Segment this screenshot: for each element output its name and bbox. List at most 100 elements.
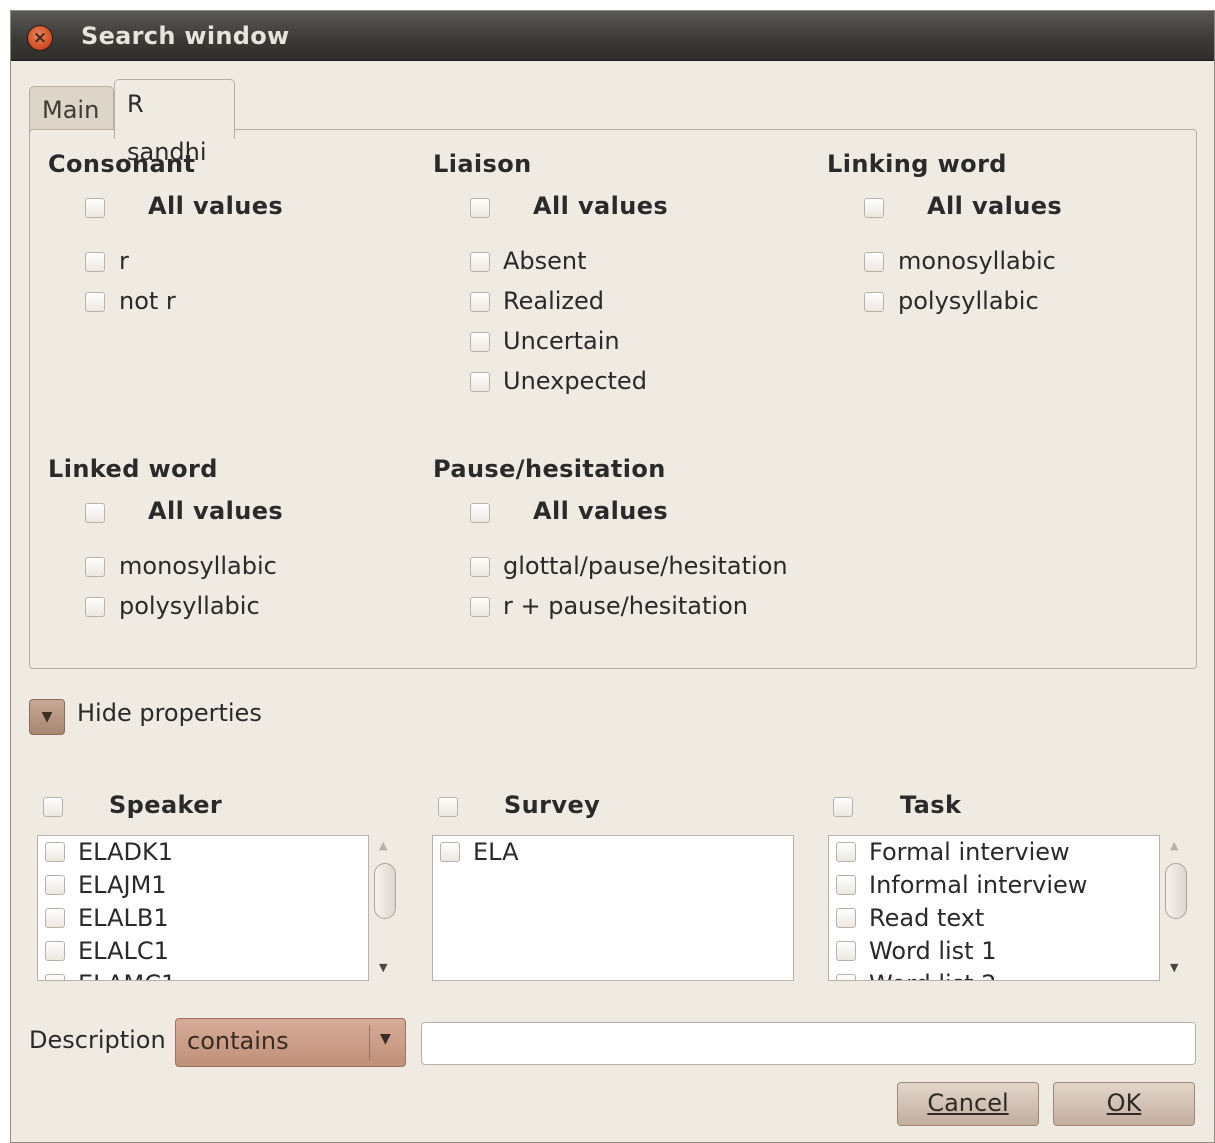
close-icon[interactable]: × — [27, 25, 53, 51]
survey-list[interactable]: ELA — [432, 835, 794, 981]
speaker-item-label: ELADK1 — [78, 838, 173, 866]
pause-all-checkbox[interactable] — [470, 503, 490, 523]
window-title: Search window — [81, 22, 290, 50]
task-item-label: Informal interview — [869, 871, 1088, 899]
hide-properties-button[interactable]: ▼ — [29, 699, 65, 735]
list-item[interactable]: Read text — [829, 902, 1159, 935]
speaker-all-checkbox[interactable] — [43, 797, 63, 817]
liaison-title: Liaison — [433, 150, 532, 178]
survey-title: Survey — [504, 791, 601, 819]
task-list[interactable]: Formal interview Informal interview Read… — [828, 835, 1160, 981]
tab-r-sandhi[interactable]: R sandhi — [114, 79, 235, 166]
list-item[interactable]: ELAJM1 — [38, 869, 368, 902]
speaker-item-checkbox[interactable] — [45, 941, 65, 961]
linking-word-polysyllabic-checkbox[interactable] — [864, 292, 884, 312]
speaker-title: Speaker — [109, 791, 223, 819]
scroll-thumb[interactable] — [1165, 863, 1187, 919]
title-bar: × Search window — [11, 11, 1214, 61]
cancel-button[interactable]: Cancel — [897, 1082, 1039, 1126]
description-operator-value: contains — [187, 1027, 289, 1055]
speaker-item-label: ELAMC1 — [78, 970, 176, 980]
liaison-unexpected-checkbox[interactable] — [470, 372, 490, 392]
task-scrollbar[interactable]: ▲ ▼ — [1162, 835, 1188, 981]
list-item[interactable]: Formal interview — [829, 836, 1159, 869]
speaker-item-checkbox[interactable] — [45, 842, 65, 862]
speaker-item-checkbox[interactable] — [45, 908, 65, 928]
task-all-checkbox[interactable] — [833, 797, 853, 817]
speaker-item-checkbox[interactable] — [45, 875, 65, 895]
list-item[interactable]: ELA — [433, 836, 793, 869]
task-item-label: Read text — [869, 904, 985, 932]
list-item[interactable]: ELALC1 — [38, 935, 368, 968]
pause-hesitation-title: Pause/hesitation — [433, 455, 666, 483]
list-item[interactable]: Word list 2 — [829, 968, 1159, 980]
speaker-list[interactable]: ELADK1 ELAJM1 ELALB1 ELALC1 ELAMC1 — [37, 835, 369, 981]
scroll-up-icon[interactable]: ▲ — [1170, 839, 1178, 852]
task-item-checkbox[interactable] — [836, 941, 856, 961]
liaison-unexpected-label: Unexpected — [503, 367, 647, 395]
task-item-checkbox[interactable] — [836, 842, 856, 862]
description-input[interactable] — [421, 1022, 1196, 1065]
consonant-all-checkbox[interactable] — [85, 198, 105, 218]
linked-word-all-checkbox[interactable] — [85, 503, 105, 523]
liaison-all-checkbox[interactable] — [470, 198, 490, 218]
pause-r-checkbox[interactable] — [470, 597, 490, 617]
survey-item-label: ELA — [473, 838, 519, 866]
consonant-r-label: r — [119, 247, 129, 275]
cancel-button-label: Cancel — [927, 1089, 1009, 1117]
pause-glottal-label: glottal/pause/hesitation — [503, 552, 788, 580]
ok-button[interactable]: OK — [1053, 1082, 1195, 1126]
linked-word-monosyllabic-checkbox[interactable] — [85, 557, 105, 577]
linking-word-polysyllabic-label: polysyllabic — [898, 287, 1039, 315]
liaison-all-label: All values — [533, 192, 669, 220]
list-item[interactable]: ELAMC1 — [38, 968, 368, 980]
consonant-not-r-label: not r — [119, 287, 176, 315]
speaker-item-checkbox[interactable] — [45, 974, 65, 980]
survey-item-checkbox[interactable] — [440, 842, 460, 862]
speaker-scrollbar[interactable]: ▲ ▼ — [371, 835, 397, 981]
linking-word-monosyllabic-checkbox[interactable] — [864, 252, 884, 272]
liaison-uncertain-checkbox[interactable] — [470, 332, 490, 352]
linked-word-all-label: All values — [148, 497, 284, 525]
task-item-checkbox[interactable] — [836, 974, 856, 980]
task-item-label: Word list 2 — [869, 970, 996, 980]
ok-button-label: OK — [1106, 1089, 1142, 1117]
search-window: × Search window Main R sandhi Consonant … — [10, 10, 1215, 1143]
pause-glottal-checkbox[interactable] — [470, 557, 490, 577]
scroll-down-icon[interactable]: ▼ — [1170, 961, 1178, 974]
chevron-down-icon[interactable]: ▼ — [380, 1031, 391, 1047]
hide-properties-label[interactable]: Hide properties — [77, 699, 262, 727]
linking-word-all-label: All values — [927, 192, 1063, 220]
linked-word-monosyllabic-label: monosyllabic — [119, 552, 277, 580]
description-label: Description — [29, 1026, 166, 1054]
task-item-label: Word list 1 — [869, 937, 997, 965]
list-item[interactable]: ELADK1 — [38, 836, 368, 869]
scroll-thumb[interactable] — [374, 863, 396, 919]
list-item[interactable]: ELALB1 — [38, 902, 368, 935]
linking-word-all-checkbox[interactable] — [864, 198, 884, 218]
description-operator-select[interactable]: contains ▼ — [175, 1018, 406, 1067]
task-item-checkbox[interactable] — [836, 875, 856, 895]
list-item[interactable]: Word list 1 — [829, 935, 1159, 968]
consonant-all-label: All values — [148, 192, 284, 220]
pause-r-label: r + pause/hesitation — [503, 592, 748, 620]
speaker-item-label: ELALC1 — [78, 937, 169, 965]
scroll-up-icon[interactable]: ▲ — [379, 839, 387, 852]
task-item-checkbox[interactable] — [836, 908, 856, 928]
consonant-r-checkbox[interactable] — [85, 252, 105, 272]
liaison-uncertain-label: Uncertain — [503, 327, 620, 355]
liaison-absent-label: Absent — [503, 247, 587, 275]
scroll-down-icon[interactable]: ▼ — [379, 961, 387, 974]
liaison-absent-checkbox[interactable] — [470, 252, 490, 272]
liaison-realized-checkbox[interactable] — [470, 292, 490, 312]
linking-word-title: Linking word — [827, 150, 1007, 178]
linked-word-title: Linked word — [48, 455, 218, 483]
task-title: Task — [900, 791, 962, 819]
consonant-not-r-checkbox[interactable] — [85, 292, 105, 312]
linked-word-polysyllabic-checkbox[interactable] — [85, 597, 105, 617]
list-item[interactable]: Informal interview — [829, 869, 1159, 902]
pause-all-label: All values — [533, 497, 669, 525]
survey-all-checkbox[interactable] — [438, 797, 458, 817]
task-item-label: Formal interview — [869, 838, 1070, 866]
speaker-item-label: ELAJM1 — [78, 871, 167, 899]
